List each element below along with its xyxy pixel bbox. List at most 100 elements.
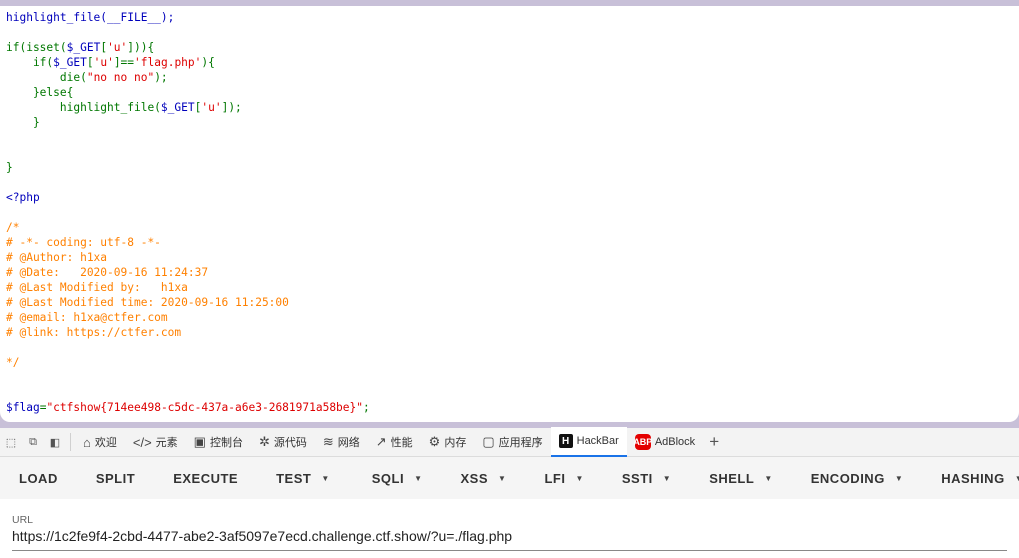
shell-button[interactable]: SHELL ▼ — [690, 463, 792, 493]
code-token: if(isset( — [6, 41, 67, 54]
adblock-logo-icon: ABP — [633, 434, 652, 450]
devtools-tab[interactable]: ≋ 网络 — [315, 428, 368, 456]
button-label: HASHING — [941, 470, 1005, 486]
code-token: ]== — [113, 56, 135, 69]
devtools-tab-label: 应用程序 — [498, 437, 543, 449]
devtools-tab-bar: ⬚ ⧉ ◧ ⌂ 欢迎 </> 元素 ▣ 控制台 ✲ 源代码 ≋ 网络 ↗ 性能 ⚙ 内存 ▢ 应用程序 H H… — [0, 427, 1019, 457]
dropdown-caret-icon: ▼ — [662, 473, 672, 483]
test-button[interactable]: TEST ▼ — [257, 463, 349, 493]
load-button[interactable]: LOAD — [0, 463, 77, 493]
code-icon: </> — [132, 434, 152, 450]
code-token: 'u' — [107, 41, 128, 54]
code-line: } — [6, 115, 1013, 130]
devtools-tab[interactable]: ▣ 控制台 — [186, 428, 251, 456]
devtools-tab[interactable]: ⌂ 欢迎 — [75, 428, 125, 456]
code-token: # @link: https://ctfer.com — [6, 326, 182, 339]
code-line: die("no no no"); — [6, 70, 1013, 85]
execute-button[interactable]: EXECUTE — [154, 463, 257, 493]
code-token: [ — [86, 56, 94, 69]
devtools-tab[interactable]: ⚙ 内存 — [421, 428, 475, 456]
devtools-tab-label: 控制台 — [209, 437, 243, 449]
code-line: # @link: https://ctfer.com — [6, 325, 1013, 340]
code-token: highlight_file( — [6, 101, 161, 114]
code-line: highlight_file($_GET['u']); — [6, 100, 1013, 115]
devtools-tab[interactable]: ▢ 应用程序 — [474, 428, 550, 456]
code-token: $_GET — [66, 41, 101, 54]
console-icon: ▣ — [193, 434, 206, 449]
tab-hackbar[interactable]: H HackBar — [550, 427, 627, 457]
devtools-tab[interactable]: </> 元素 — [125, 428, 186, 456]
sqli-button[interactable]: SQLI ▼ — [353, 463, 442, 493]
lfi-button[interactable]: LFI ▼ — [525, 463, 602, 493]
code-line: highlight_file(__FILE__); — [6, 10, 1013, 25]
dropdown-caret-icon: ▼ — [414, 473, 423, 483]
dock-panel-icon[interactable]: ◧ — [44, 436, 66, 449]
code-token: ){ — [201, 56, 215, 69]
code-token: # @Date: 2020-09-16 11:24:37 — [6, 266, 209, 279]
encoding-button[interactable]: ENCODING ▼ — [792, 463, 922, 493]
performance-icon: ↗ — [375, 434, 387, 449]
url-panel: URL https://1c2fe9f4-2cbd-4477-abe2-3af5… — [0, 499, 1019, 558]
button-label: SQLI — [371, 470, 405, 486]
code-line: # @email: h1xa@ctfer.com — [6, 310, 1013, 325]
code-line: if(isset($_GET['u'])){ — [6, 40, 1013, 55]
code-token: } — [6, 116, 40, 129]
devtools-tab[interactable]: ↗ 性能 — [368, 428, 421, 456]
devtools-tab-label: 内存 — [444, 437, 467, 449]
url-label: URL — [12, 514, 34, 526]
button-label: TEST — [276, 470, 312, 486]
code-line: }else{ — [6, 85, 1013, 100]
code-line: # -*- coding: utf-8 -*- — [6, 235, 1013, 250]
tab-adblock[interactable]: ABP AdBlock — [627, 428, 703, 456]
devtools-tab-label: 欢迎 — [94, 437, 117, 449]
xss-button[interactable]: XSS ▼ — [442, 463, 526, 493]
url-input[interactable]: https://1c2fe9f4-2cbd-4477-abe2-3af5097e… — [12, 528, 512, 544]
dropdown-caret-icon: ▼ — [321, 473, 330, 483]
tab-hackbar-label: HackBar — [576, 435, 619, 447]
code-token: $flag — [6, 401, 40, 414]
button-label: SPLIT — [95, 470, 136, 486]
code-token: "no no no" — [86, 71, 155, 84]
dropdown-caret-icon: ▼ — [575, 473, 584, 483]
code-line: } — [6, 160, 1013, 175]
code-token: # @email: h1xa@ctfer.com — [6, 311, 168, 324]
code-token: highlight_file(__FILE__); — [6, 11, 175, 24]
source-code-view: highlight_file(__FILE__); if(isset($_GET… — [0, 6, 1019, 422]
button-label: LOAD — [19, 470, 58, 486]
bug-icon: ✲ — [258, 434, 270, 449]
code-token: */ — [6, 356, 20, 369]
code-token: 'u' — [93, 56, 114, 69]
hashing-button[interactable]: HASHING ▼ — [922, 463, 1019, 493]
split-button[interactable]: SPLIT — [77, 463, 154, 493]
button-label: ENCODING — [810, 470, 885, 486]
devtools-tab-label: 源代码 — [273, 437, 307, 449]
devtools-tabs: ⌂ 欢迎 </> 元素 ▣ 控制台 ✲ 源代码 ≋ 网络 ↗ 性能 ⚙ 内存 ▢ 应用程序 — [75, 428, 551, 456]
device-emulation-icon[interactable]: ⧉ — [22, 436, 44, 449]
code-token: die( — [6, 71, 87, 84]
code-line: # @Author: h1xa — [6, 250, 1013, 265]
devtools-tab[interactable]: ✲ 源代码 — [251, 428, 315, 456]
inspect-element-icon[interactable]: ⬚ — [0, 436, 22, 449]
ssti-button[interactable]: SSTI ▼ — [603, 463, 690, 493]
add-tab-icon[interactable]: + — [703, 432, 725, 452]
code-token: ; — [363, 401, 370, 414]
code-token: # @Last Modified by: h1xa — [6, 281, 188, 294]
code-token: /* — [6, 221, 20, 234]
code-line: /* — [6, 220, 1013, 235]
tab-adblock-label: AdBlock — [654, 436, 696, 448]
code-token: "ctfshow{714ee498-c5dc-437a-a6e3-2681971… — [46, 401, 364, 414]
dropdown-caret-icon: ▼ — [1015, 474, 1019, 483]
dropdown-caret-icon: ▼ — [894, 473, 904, 483]
code-token: } — [6, 161, 13, 174]
code-line: if($_GET['u']=='flag.php'){ — [6, 55, 1013, 70]
url-input-underline — [12, 550, 1007, 551]
code-token: 'flag.php' — [134, 56, 202, 69]
code-token: ); — [154, 71, 168, 84]
